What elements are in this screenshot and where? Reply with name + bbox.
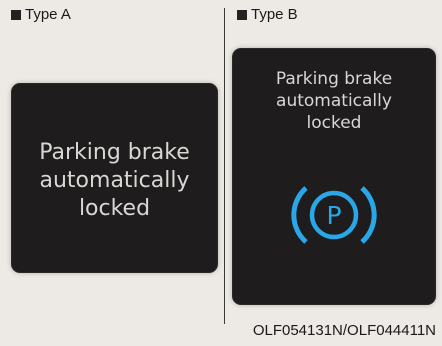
type-a-message: Parking brake automatically locked <box>12 139 217 223</box>
type-a-display: Parking brake automatically locked <box>12 84 217 272</box>
type-b-label: Type B <box>251 6 298 23</box>
message-line: automatically <box>276 91 392 111</box>
type-b-message: Parking brake automatically locked <box>233 68 435 134</box>
type-a-label: Type A <box>25 6 71 23</box>
message-line: automatically <box>39 168 190 193</box>
message-line: locked <box>306 113 362 133</box>
parking-letter: P <box>326 201 341 230</box>
type-a-header: Type A <box>11 6 71 24</box>
parking-brake-icon: P <box>284 180 384 250</box>
message-line: Parking brake <box>39 140 190 165</box>
message-line: locked <box>78 196 151 221</box>
type-b-header: Type B <box>237 6 298 24</box>
message-line: Parking brake <box>275 69 393 89</box>
square-bullet-icon <box>11 10 21 20</box>
type-b-display: Parking brake automatically locked P <box>233 49 435 304</box>
panel-divider <box>224 8 225 324</box>
square-bullet-icon <box>237 10 247 20</box>
figure-code-caption: OLF054131N/OLF044411N <box>252 322 436 339</box>
